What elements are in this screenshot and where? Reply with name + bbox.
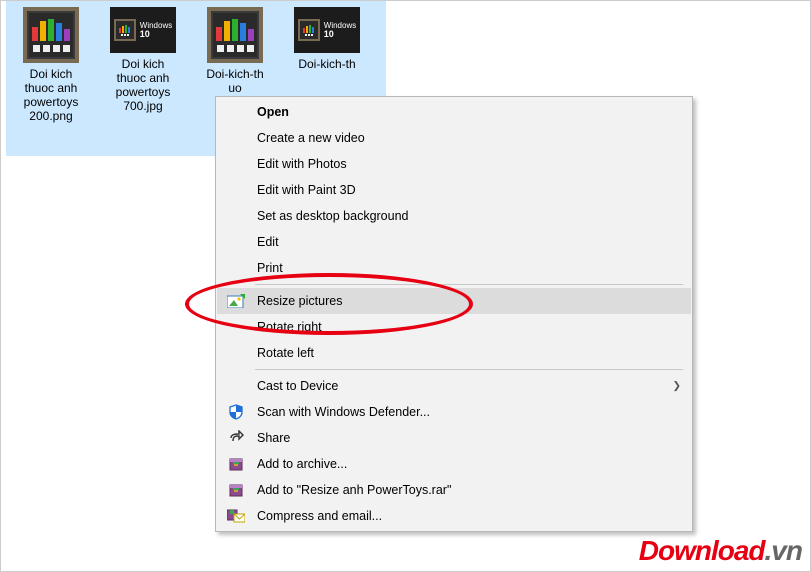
shield-icon [223,402,249,422]
blank-icon [223,376,249,396]
menu-item-compress-email[interactable]: Compress and email... [217,503,691,529]
menu-separator [255,369,683,370]
blank-icon [223,180,249,200]
watermark-logo: Download.vn [639,535,802,567]
menu-item-rotate-left[interactable]: Rotate left [217,340,691,366]
context-menu: Open Create a new video Edit with Photos… [215,96,693,532]
file-thumbnail-icon [23,7,79,63]
blank-icon [223,206,249,226]
menu-item-edit-photos[interactable]: Edit with Photos [217,151,691,177]
archive-icon [223,480,249,500]
menu-item-rotate-right[interactable]: Rotate right [217,314,691,340]
file-thumbnail-icon [207,7,263,63]
submenu-arrow-icon: ❯ [673,378,681,394]
blank-icon [223,102,249,122]
file-thumbnail-icon: Windows10 [110,7,176,53]
menu-item-create-video[interactable]: Create a new video [217,125,691,151]
menu-item-edit[interactable]: Edit [217,229,691,255]
blank-icon [223,258,249,278]
menu-item-set-desktop-bg[interactable]: Set as desktop background [217,203,691,229]
file-item[interactable]: Doi kich thuoc anh powertoys 200.png [6,3,96,125]
menu-item-cast-to-device[interactable]: Cast to Device ❯ [217,373,691,399]
menu-item-scan-defender[interactable]: Scan with Windows Defender... [217,399,691,425]
menu-item-add-to-named-archive[interactable]: Add to "Resize anh PowerToys.rar" [217,477,691,503]
blank-icon [223,154,249,174]
menu-item-add-to-archive[interactable]: Add to archive... [217,451,691,477]
archive-mail-icon [223,506,249,526]
archive-icon [223,454,249,474]
menu-item-share[interactable]: Share [217,425,691,451]
blank-icon [223,232,249,252]
file-label: Doi-kich-th [284,57,370,71]
file-label: Doi kich thuoc anh powertoys 200.png [8,67,94,123]
menu-item-open[interactable]: Open [217,99,691,125]
menu-separator [255,284,683,285]
share-icon [223,428,249,448]
file-item[interactable]: Windows10 Doi kich thuoc anh powertoys 7… [98,3,188,125]
resize-icon [223,291,249,311]
menu-item-edit-paint3d[interactable]: Edit with Paint 3D [217,177,691,203]
file-label: Doi kich thuoc anh powertoys 700.jpg [100,57,186,113]
blank-icon [223,317,249,337]
blank-icon [223,128,249,148]
blank-icon [223,343,249,363]
file-thumbnail-icon: Windows10 [294,7,360,53]
menu-item-resize-pictures[interactable]: Resize pictures [217,288,691,314]
menu-item-print[interactable]: Print [217,255,691,281]
